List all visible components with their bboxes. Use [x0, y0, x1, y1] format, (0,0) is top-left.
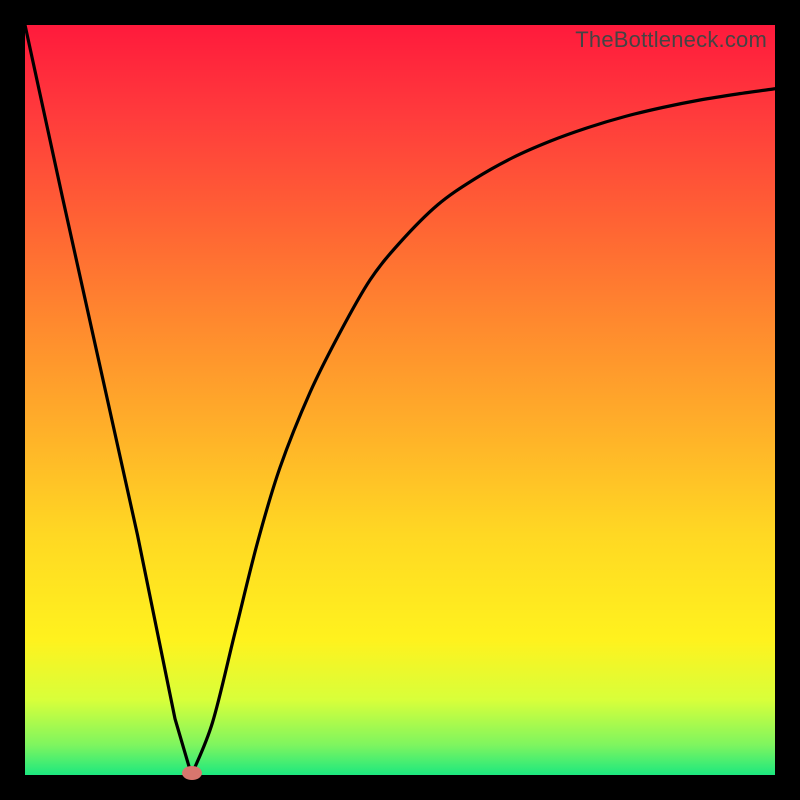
optimum-marker: [182, 766, 202, 780]
watermark-text: TheBottleneck.com: [575, 27, 767, 53]
plot-area: [25, 25, 775, 775]
chart-frame: TheBottleneck.com: [0, 0, 800, 800]
bottleneck-curve: [25, 25, 775, 775]
